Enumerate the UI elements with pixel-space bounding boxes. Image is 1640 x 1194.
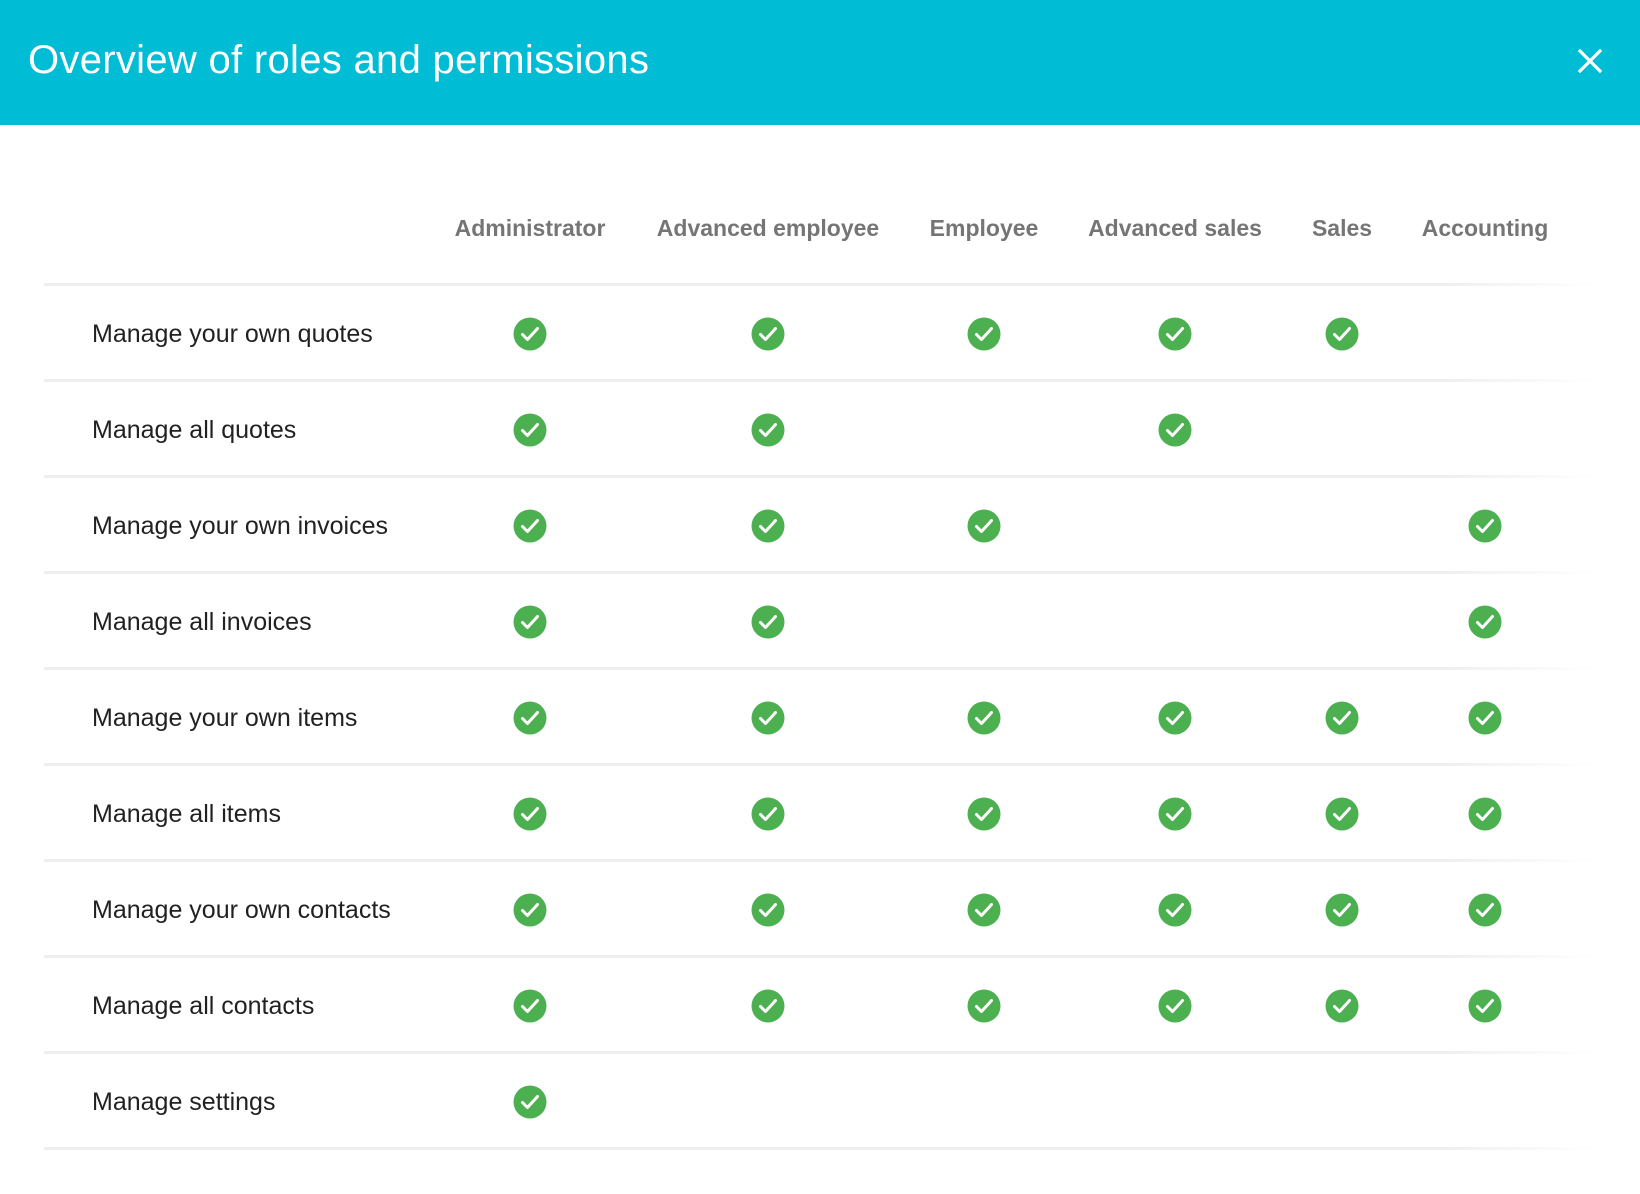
column-header-accounting: Accounting — [1421, 215, 1549, 241]
table-row: Manage all items — [0, 766, 1640, 862]
table-row: Manage your own invoices — [0, 478, 1640, 574]
row-divider — [44, 1147, 1596, 1150]
check-circle-icon — [1158, 317, 1192, 351]
check-circle-icon — [513, 893, 547, 927]
check-circle-icon — [1468, 797, 1502, 831]
check-circle-icon — [1325, 701, 1359, 735]
check-circle-icon — [1468, 989, 1502, 1023]
check-circle-icon — [513, 989, 547, 1023]
check-circle-icon — [967, 989, 1001, 1023]
check-circle-icon — [751, 509, 785, 543]
table-row: Manage all quotes — [0, 382, 1640, 478]
table-row: Manage your own items — [0, 670, 1640, 766]
check-circle-icon — [513, 509, 547, 543]
check-circle-icon — [751, 317, 785, 351]
permission-label: Manage your own quotes — [92, 320, 373, 348]
check-circle-icon — [1468, 509, 1502, 543]
check-circle-icon — [1325, 989, 1359, 1023]
table-row: Manage settings — [0, 1054, 1640, 1150]
check-circle-icon — [1468, 701, 1502, 735]
column-header-employee: Employee — [929, 215, 1039, 241]
check-circle-icon — [513, 413, 547, 447]
table-row: Manage your own quotes — [0, 286, 1640, 382]
check-circle-icon — [751, 413, 785, 447]
permission-label: Manage settings — [92, 1088, 276, 1116]
close-button[interactable] — [1572, 43, 1608, 79]
check-circle-icon — [751, 701, 785, 735]
column-header-advanced-employee: Advanced employee — [656, 215, 880, 241]
dialog-title: Overview of roles and permissions — [28, 38, 650, 82]
check-circle-icon — [1158, 413, 1192, 447]
check-circle-icon — [513, 797, 547, 831]
check-circle-icon — [1158, 797, 1192, 831]
check-circle-icon — [513, 701, 547, 735]
check-circle-icon — [1158, 989, 1192, 1023]
check-circle-icon — [751, 893, 785, 927]
column-header-administrator: Administrator — [454, 215, 606, 241]
check-circle-icon — [1468, 893, 1502, 927]
table-row: Manage all invoices — [0, 574, 1640, 670]
check-circle-icon — [751, 797, 785, 831]
check-circle-icon — [1325, 797, 1359, 831]
check-circle-icon — [967, 701, 1001, 735]
permission-label: Manage all quotes — [92, 416, 297, 444]
check-circle-icon — [1325, 893, 1359, 927]
permission-label: Manage all invoices — [92, 608, 312, 636]
table-row: Manage your own contacts — [0, 862, 1640, 958]
permission-label: Manage all contacts — [92, 992, 315, 1020]
column-header-sales: Sales — [1311, 215, 1373, 241]
check-circle-icon — [1325, 317, 1359, 351]
check-circle-icon — [967, 893, 1001, 927]
table-row: Manage all contacts — [0, 958, 1640, 1054]
check-circle-icon — [751, 989, 785, 1023]
dialog-header: Overview of roles and permissions — [0, 0, 1640, 125]
check-circle-icon — [513, 317, 547, 351]
check-circle-icon — [751, 605, 785, 639]
close-icon — [1577, 48, 1603, 74]
permission-label: Manage your own items — [92, 704, 358, 732]
check-circle-icon — [967, 797, 1001, 831]
check-circle-icon — [1158, 893, 1192, 927]
check-circle-icon — [513, 605, 547, 639]
check-circle-icon — [967, 317, 1001, 351]
permission-label: Manage all items — [92, 800, 281, 828]
check-circle-icon — [1158, 701, 1192, 735]
column-header-advanced-sales: Advanced sales — [1088, 215, 1262, 241]
check-circle-icon — [513, 1085, 547, 1119]
permission-label: Manage your own contacts — [92, 896, 391, 924]
permission-label: Manage your own invoices — [92, 512, 388, 540]
check-circle-icon — [967, 509, 1001, 543]
check-circle-icon — [1468, 605, 1502, 639]
